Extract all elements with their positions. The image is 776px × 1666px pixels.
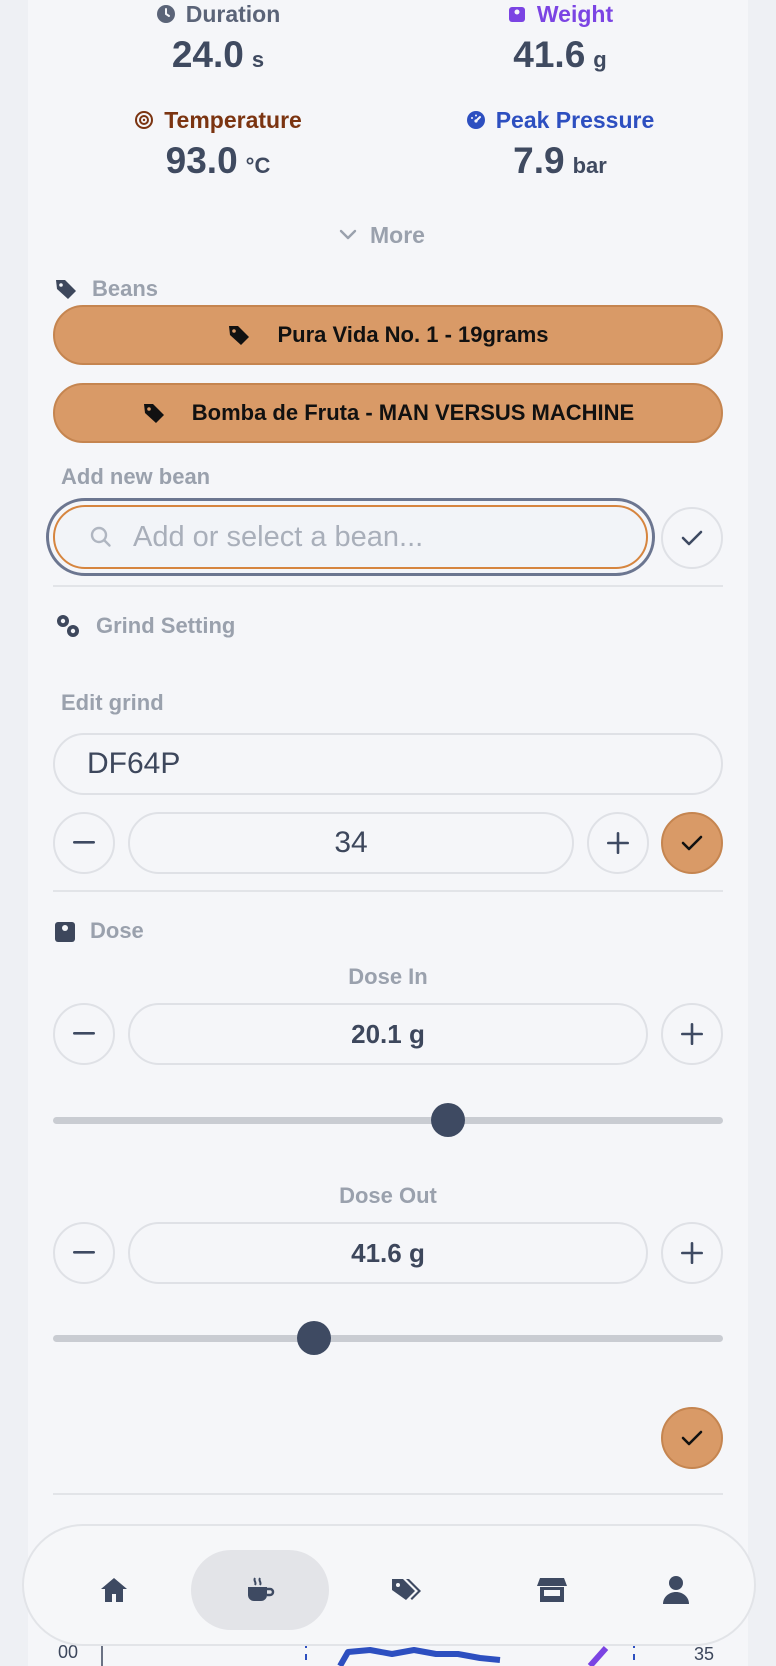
- grind-value-input[interactable]: 34: [128, 812, 574, 874]
- target-icon: [134, 110, 154, 130]
- dose-in-decrement-button[interactable]: [53, 1003, 115, 1065]
- grinder-input[interactable]: DF64P: [53, 733, 723, 795]
- dose-in-slider[interactable]: [53, 1103, 723, 1137]
- grind-save-button[interactable]: [661, 812, 723, 874]
- stat-duration-label: Duration: [185, 0, 281, 27]
- dose-out-input[interactable]: 41.6 g: [128, 1222, 648, 1284]
- bean-pill-2[interactable]: Bomba de Fruta - MAN VERSUS MACHINE: [53, 383, 723, 443]
- chevron-down-icon: [338, 228, 358, 242]
- stat-peak-pressure-unit: bar: [572, 153, 607, 178]
- plus-icon: [681, 1242, 703, 1264]
- edit-grind-label: Edit grind: [61, 690, 164, 715]
- dose-save-button[interactable]: [661, 1407, 723, 1469]
- user-icon: [662, 1575, 690, 1605]
- beans-section-label: Beans: [54, 276, 158, 302]
- check-icon: [681, 834, 703, 852]
- stat-duration-unit: s: [251, 47, 265, 72]
- nav-store[interactable]: [483, 1550, 621, 1630]
- minus-icon: [73, 1032, 95, 1036]
- dose-out-decrement-button[interactable]: [53, 1222, 115, 1284]
- nav-brew[interactable]: [191, 1550, 329, 1630]
- nav-profile[interactable]: [607, 1550, 745, 1630]
- dose-out-label: Dose Out: [339, 1183, 437, 1208]
- stat-temperature-unit: °C: [245, 153, 271, 178]
- stat-peak-pressure: Peak Pressure 7.9 bar: [430, 106, 690, 182]
- bottom-nav: [22, 1524, 756, 1646]
- nav-home[interactable]: [45, 1550, 183, 1630]
- plus-icon: [681, 1023, 703, 1045]
- divider: [53, 890, 723, 892]
- stat-peak-pressure-label: Peak Pressure: [495, 106, 655, 133]
- gauge-icon: [466, 110, 486, 130]
- grind-value: 34: [334, 826, 368, 859]
- dose-section-label: Dose: [54, 918, 144, 944]
- grinder-value: DF64P: [87, 747, 181, 780]
- check-icon: [681, 1429, 703, 1447]
- stat-duration: Duration 24.0 s: [88, 0, 348, 76]
- grind-increment-button[interactable]: [587, 812, 649, 874]
- bean-pill-1[interactable]: Pura Vida No. 1 - 19grams: [53, 305, 723, 365]
- stat-temperature-label: Temperature: [164, 106, 302, 133]
- clock-icon: [156, 4, 176, 24]
- stat-weight: Weight 41.6 g: [430, 0, 690, 76]
- plus-icon: [607, 832, 629, 854]
- search-icon: [89, 525, 113, 549]
- store-icon: [537, 1576, 567, 1604]
- tags-icon: [390, 1576, 422, 1604]
- more-toggle[interactable]: More: [338, 220, 425, 250]
- more-label: More: [370, 221, 425, 248]
- minus-icon: [73, 1251, 95, 1255]
- stat-duration-value: 24.0: [171, 34, 244, 75]
- coffee-cup-icon: [245, 1576, 275, 1604]
- stat-temperature-value: 93.0: [165, 140, 238, 181]
- minus-icon: [73, 841, 95, 845]
- weight-icon: [54, 919, 76, 943]
- weight-icon: [507, 4, 527, 24]
- bean-pill-label: Pura Vida No. 1 - 19grams: [277, 322, 549, 347]
- dose-in-label: Dose In: [348, 964, 428, 989]
- tag-icon: [142, 401, 166, 425]
- dose-in-value: 20.1 g: [351, 1018, 425, 1049]
- tag-icon: [227, 323, 251, 347]
- dose-in-increment-button[interactable]: [661, 1003, 723, 1065]
- bean-pill-label: Bomba de Fruta - MAN VERSUS MACHINE: [191, 400, 635, 425]
- divider: [53, 1493, 723, 1495]
- tag-icon: [54, 277, 78, 301]
- divider: [53, 585, 723, 587]
- nav-beans[interactable]: [337, 1550, 475, 1630]
- chart-right-tick: 35: [694, 1644, 715, 1664]
- dose-out-slider[interactable]: [53, 1321, 723, 1355]
- dose-out-increment-button[interactable]: [661, 1222, 723, 1284]
- stat-weight-value: 41.6: [513, 34, 586, 75]
- stat-peak-pressure-value: 7.9: [513, 140, 565, 181]
- grind-decrement-button[interactable]: [53, 812, 115, 874]
- stat-weight-unit: g: [593, 47, 607, 72]
- bean-search-placeholder: Add or select a bean...: [133, 520, 424, 553]
- bean-confirm-button[interactable]: [661, 507, 723, 569]
- home-icon: [99, 1576, 129, 1604]
- check-icon: [681, 529, 703, 547]
- stat-temperature: Temperature 93.0 °C: [88, 106, 348, 182]
- bean-search-input[interactable]: Add or select a bean...: [53, 505, 648, 569]
- dose-in-input[interactable]: 20.1 g: [128, 1003, 648, 1065]
- add-bean-label: Add new bean: [61, 464, 211, 489]
- stat-weight-label: Weight: [536, 0, 614, 27]
- dose-out-value: 41.6 g: [351, 1237, 425, 1268]
- grind-section-label: Grind Setting: [54, 612, 235, 640]
- gears-icon: [54, 612, 82, 640]
